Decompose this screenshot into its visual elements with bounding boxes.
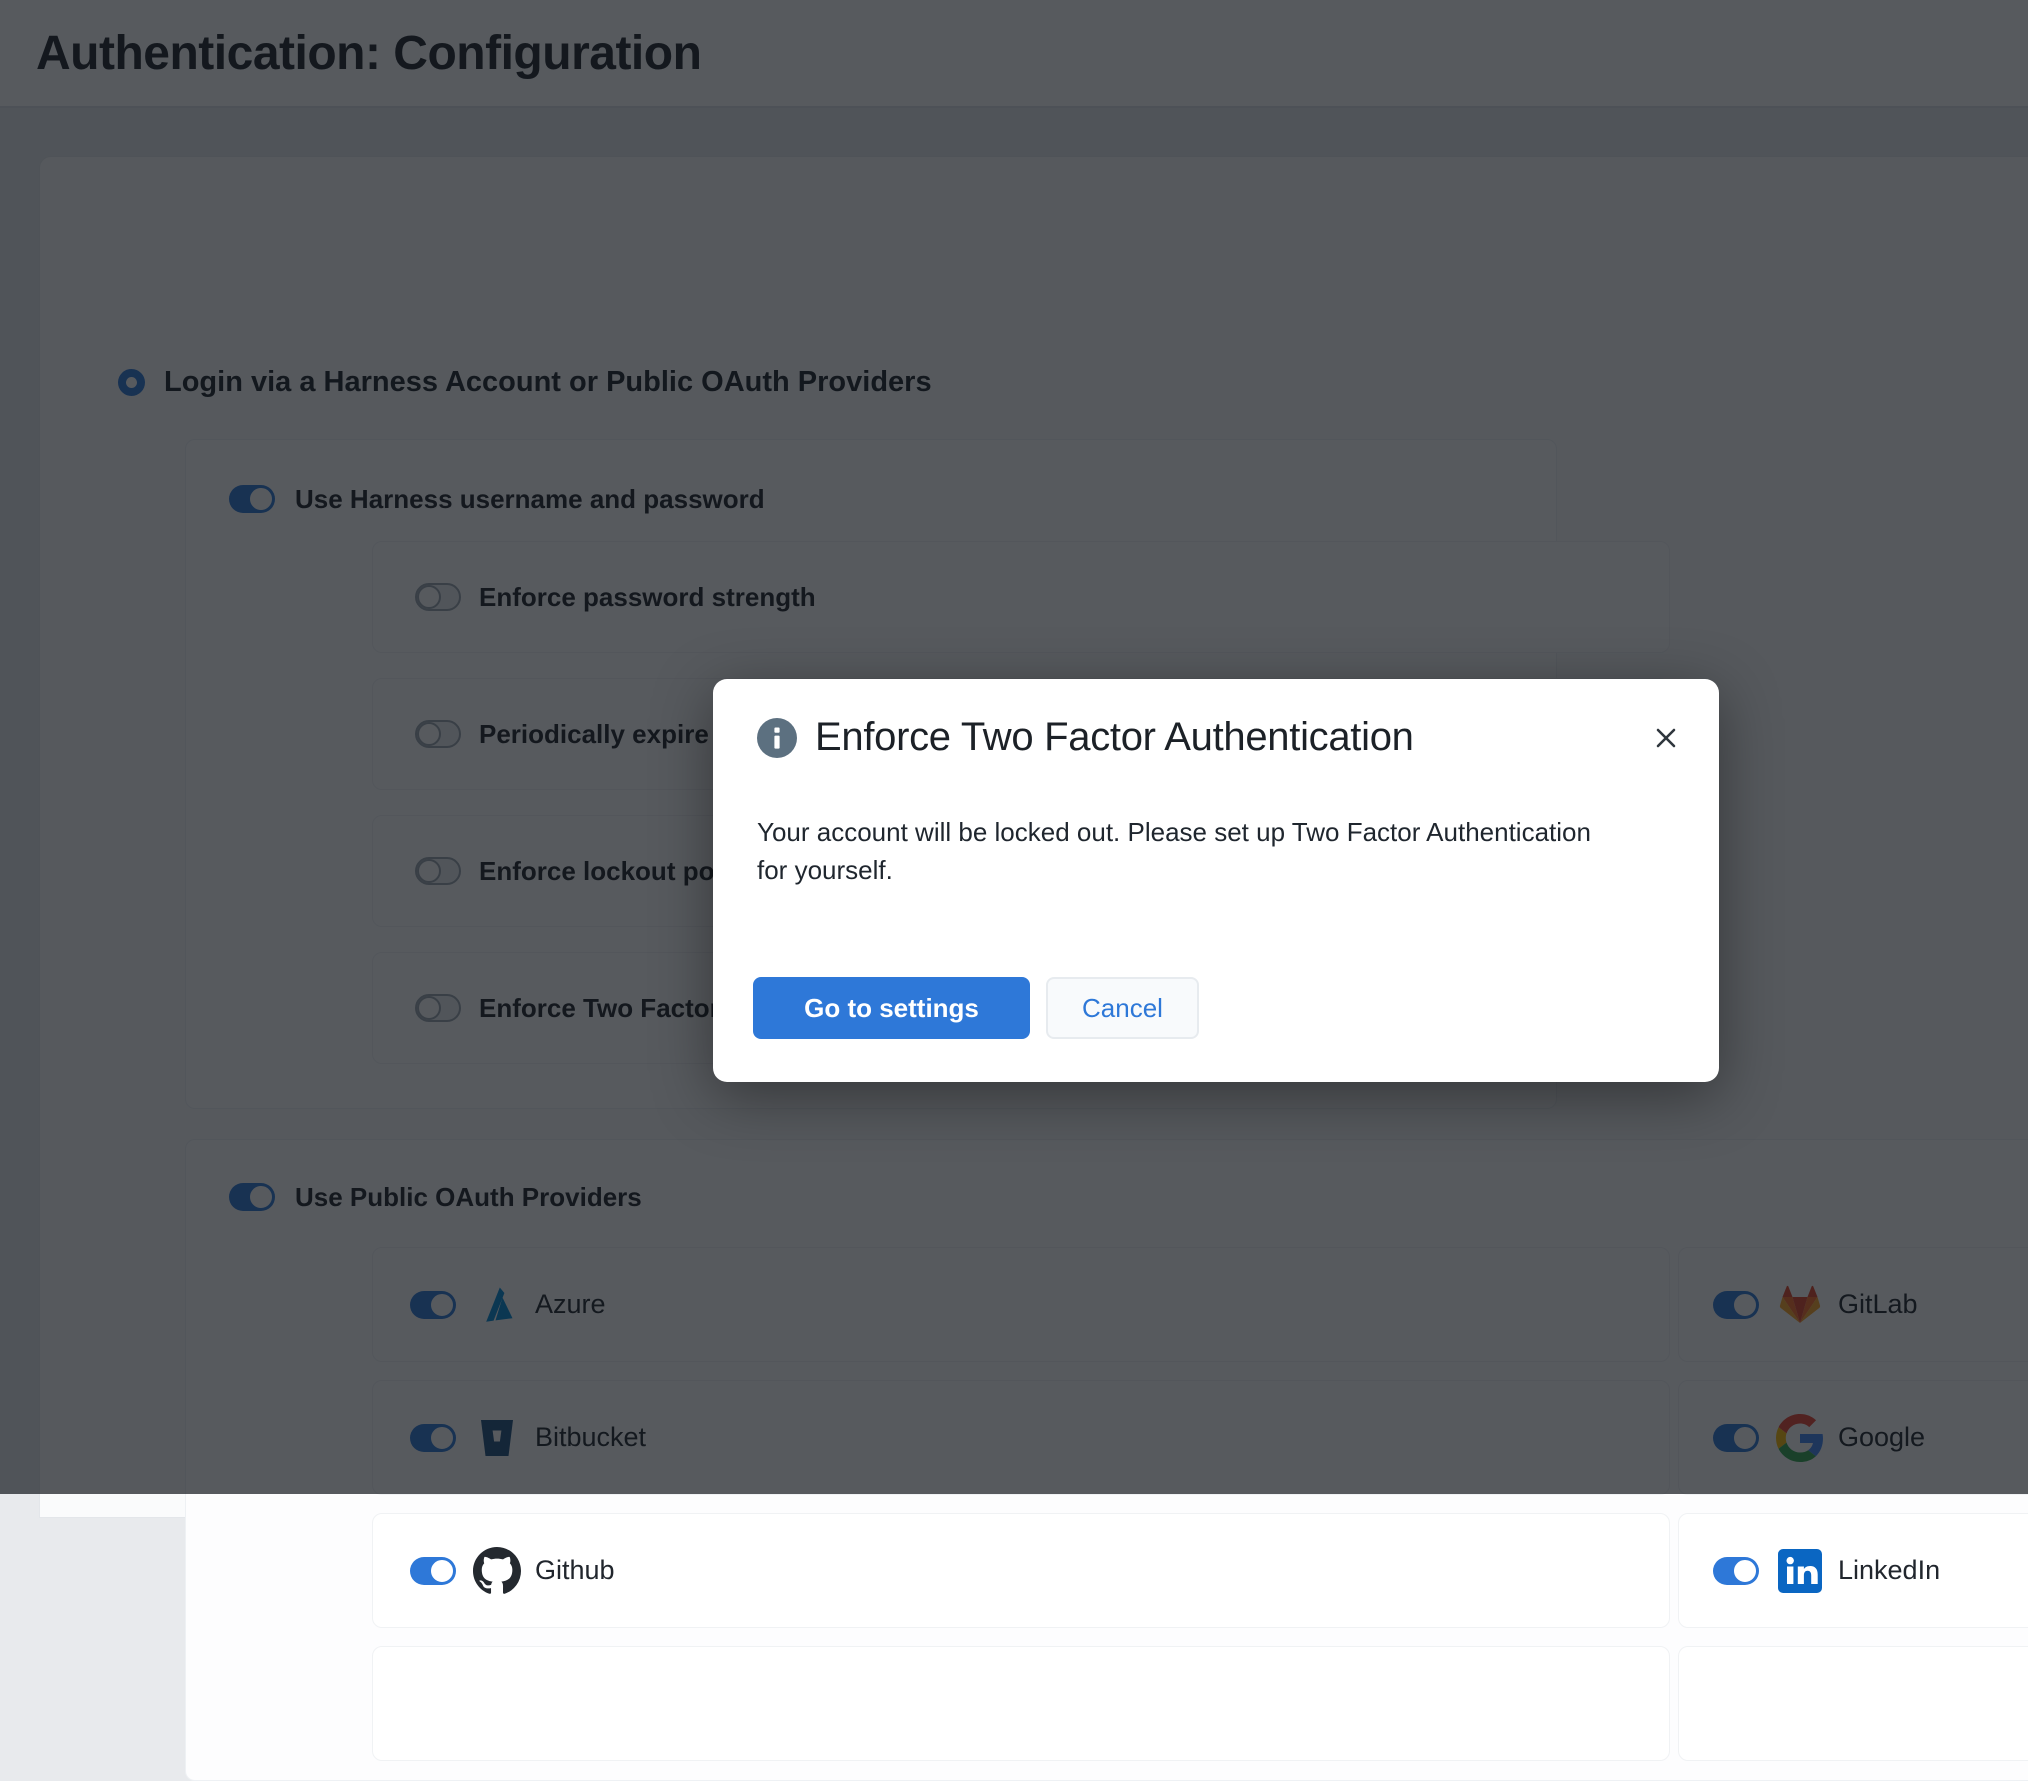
modal-actions: Go to settings Cancel	[753, 977, 1199, 1039]
provider-row-hidden	[372, 1646, 1670, 1761]
modal-header: Enforce Two Factor Authentication	[757, 715, 1414, 760]
linkedin-icon	[1776, 1547, 1824, 1595]
toggle-knob	[429, 1558, 455, 1584]
github-toggle[interactable]	[410, 1557, 456, 1585]
provider-row-hidden	[1678, 1646, 2028, 1761]
info-icon	[757, 718, 797, 758]
close-button[interactable]	[1649, 721, 1683, 755]
linkedin-toggle[interactable]	[1713, 1557, 1759, 1585]
modal-message: Your account will be locked out. Please …	[757, 813, 1617, 889]
close-icon	[1651, 723, 1681, 753]
cancel-button[interactable]: Cancel	[1046, 977, 1199, 1039]
go-to-settings-button[interactable]: Go to settings	[753, 977, 1030, 1039]
provider-label: Github	[535, 1555, 615, 1586]
provider-label: LinkedIn	[1838, 1555, 1940, 1586]
provider-row-linkedin: LinkedIn	[1678, 1513, 2028, 1628]
two-factor-modal: Enforce Two Factor Authentication Your a…	[713, 679, 1719, 1082]
github-icon	[473, 1547, 521, 1595]
toggle-knob	[1732, 1558, 1758, 1584]
modal-title: Enforce Two Factor Authentication	[815, 715, 1414, 760]
provider-row-github: Github	[372, 1513, 1670, 1628]
